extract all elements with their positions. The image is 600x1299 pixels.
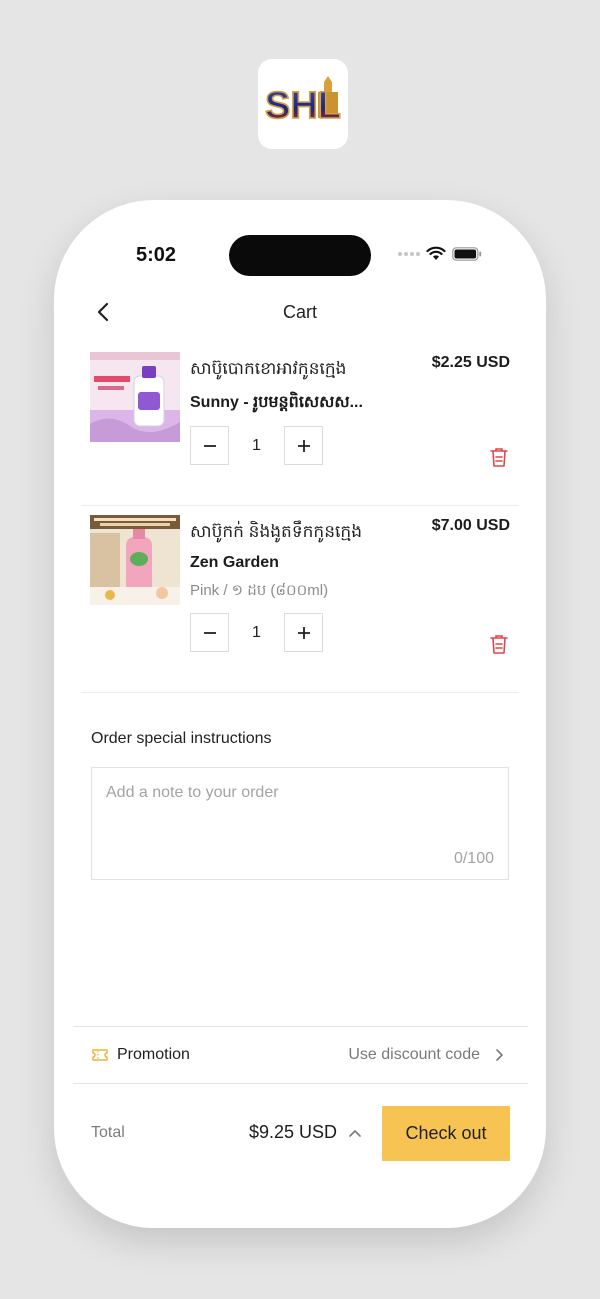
cart-item: សាប៊ូបោកខោអាវកូនក្មេង Sunny - រូបមន្តពិស… xyxy=(90,352,510,472)
item-name: Zen Garden xyxy=(190,554,279,571)
decrease-quantity-button[interactable] xyxy=(190,426,229,465)
quantity-stepper: 1 xyxy=(190,426,323,465)
item-title-km: សាប៊ូកក់ និងងូតទឹកកូនក្មេង xyxy=(190,522,362,541)
chevron-right-icon xyxy=(496,1049,503,1061)
instructions-label: Order special instructions xyxy=(91,730,272,747)
item-title-km: សាប៊ូបោកខោអាវកូនក្មេង xyxy=(190,359,347,378)
quantity-stepper: 1 xyxy=(190,613,323,652)
status-time: 5:02 xyxy=(136,244,177,266)
page-title: Cart xyxy=(282,302,317,322)
wifi-icon xyxy=(426,246,446,260)
checkout-button[interactable]: Check out xyxy=(382,1106,510,1161)
order-note-field: 0/100 xyxy=(91,767,509,880)
svg-text:SHL: SHL xyxy=(265,85,341,127)
minus-icon xyxy=(203,444,216,447)
plus-icon xyxy=(297,626,310,639)
minus-icon xyxy=(203,631,216,634)
status-icons xyxy=(398,246,482,261)
battery-icon xyxy=(452,246,482,261)
quantity-value: 1 xyxy=(252,436,261,454)
quantity-value: 1 xyxy=(252,623,261,641)
discount-code-link[interactable]: Use discount code xyxy=(348,1046,480,1064)
divider xyxy=(81,505,519,506)
promotion-label: Promotion xyxy=(117,1046,190,1063)
divider xyxy=(81,692,519,693)
app-logo: SHL xyxy=(258,59,348,149)
total-amount: $9.25 USD xyxy=(249,1122,338,1142)
total-label: Total xyxy=(91,1124,125,1141)
cart-item: សាប៊ូកក់ និងងូតទឹកកូនក្មេង Zen Garden Pi… xyxy=(90,515,510,655)
decrease-quantity-button[interactable] xyxy=(190,613,229,652)
trash-icon xyxy=(490,448,508,467)
plus-icon xyxy=(297,439,310,452)
delete-item-button[interactable] xyxy=(488,633,510,655)
chevron-up-icon[interactable] xyxy=(348,1126,362,1140)
shl-logo-icon: SHL xyxy=(264,76,342,128)
item-name: Sunny - រូបមន្តពិសេសស... xyxy=(190,394,363,411)
increase-quantity-button[interactable] xyxy=(284,613,323,652)
divider xyxy=(73,1026,528,1027)
order-note-input[interactable] xyxy=(92,768,508,879)
dynamic-island xyxy=(229,235,371,276)
delete-item-button[interactable] xyxy=(488,446,510,468)
character-counter: 0/100 xyxy=(453,850,494,867)
item-price: $2.25 USD xyxy=(431,354,510,371)
item-variant: Pink / ១ ដប (៨០០ml) xyxy=(190,582,329,599)
item-price: $7.00 USD xyxy=(431,517,510,534)
ticket-icon xyxy=(92,1049,108,1061)
divider xyxy=(73,1083,528,1084)
increase-quantity-button[interactable] xyxy=(284,426,323,465)
promotion-row[interactable]: Promotion Use discount code xyxy=(91,1042,506,1068)
signal-icon xyxy=(398,251,420,256)
phone-frame: 5:02 Cart សាប៊ូបោកខោអាវកូនក្មេង Sunny - … xyxy=(54,200,546,1228)
product-image[interactable] xyxy=(90,352,180,442)
product-image[interactable] xyxy=(90,515,180,605)
trash-icon xyxy=(490,635,508,654)
